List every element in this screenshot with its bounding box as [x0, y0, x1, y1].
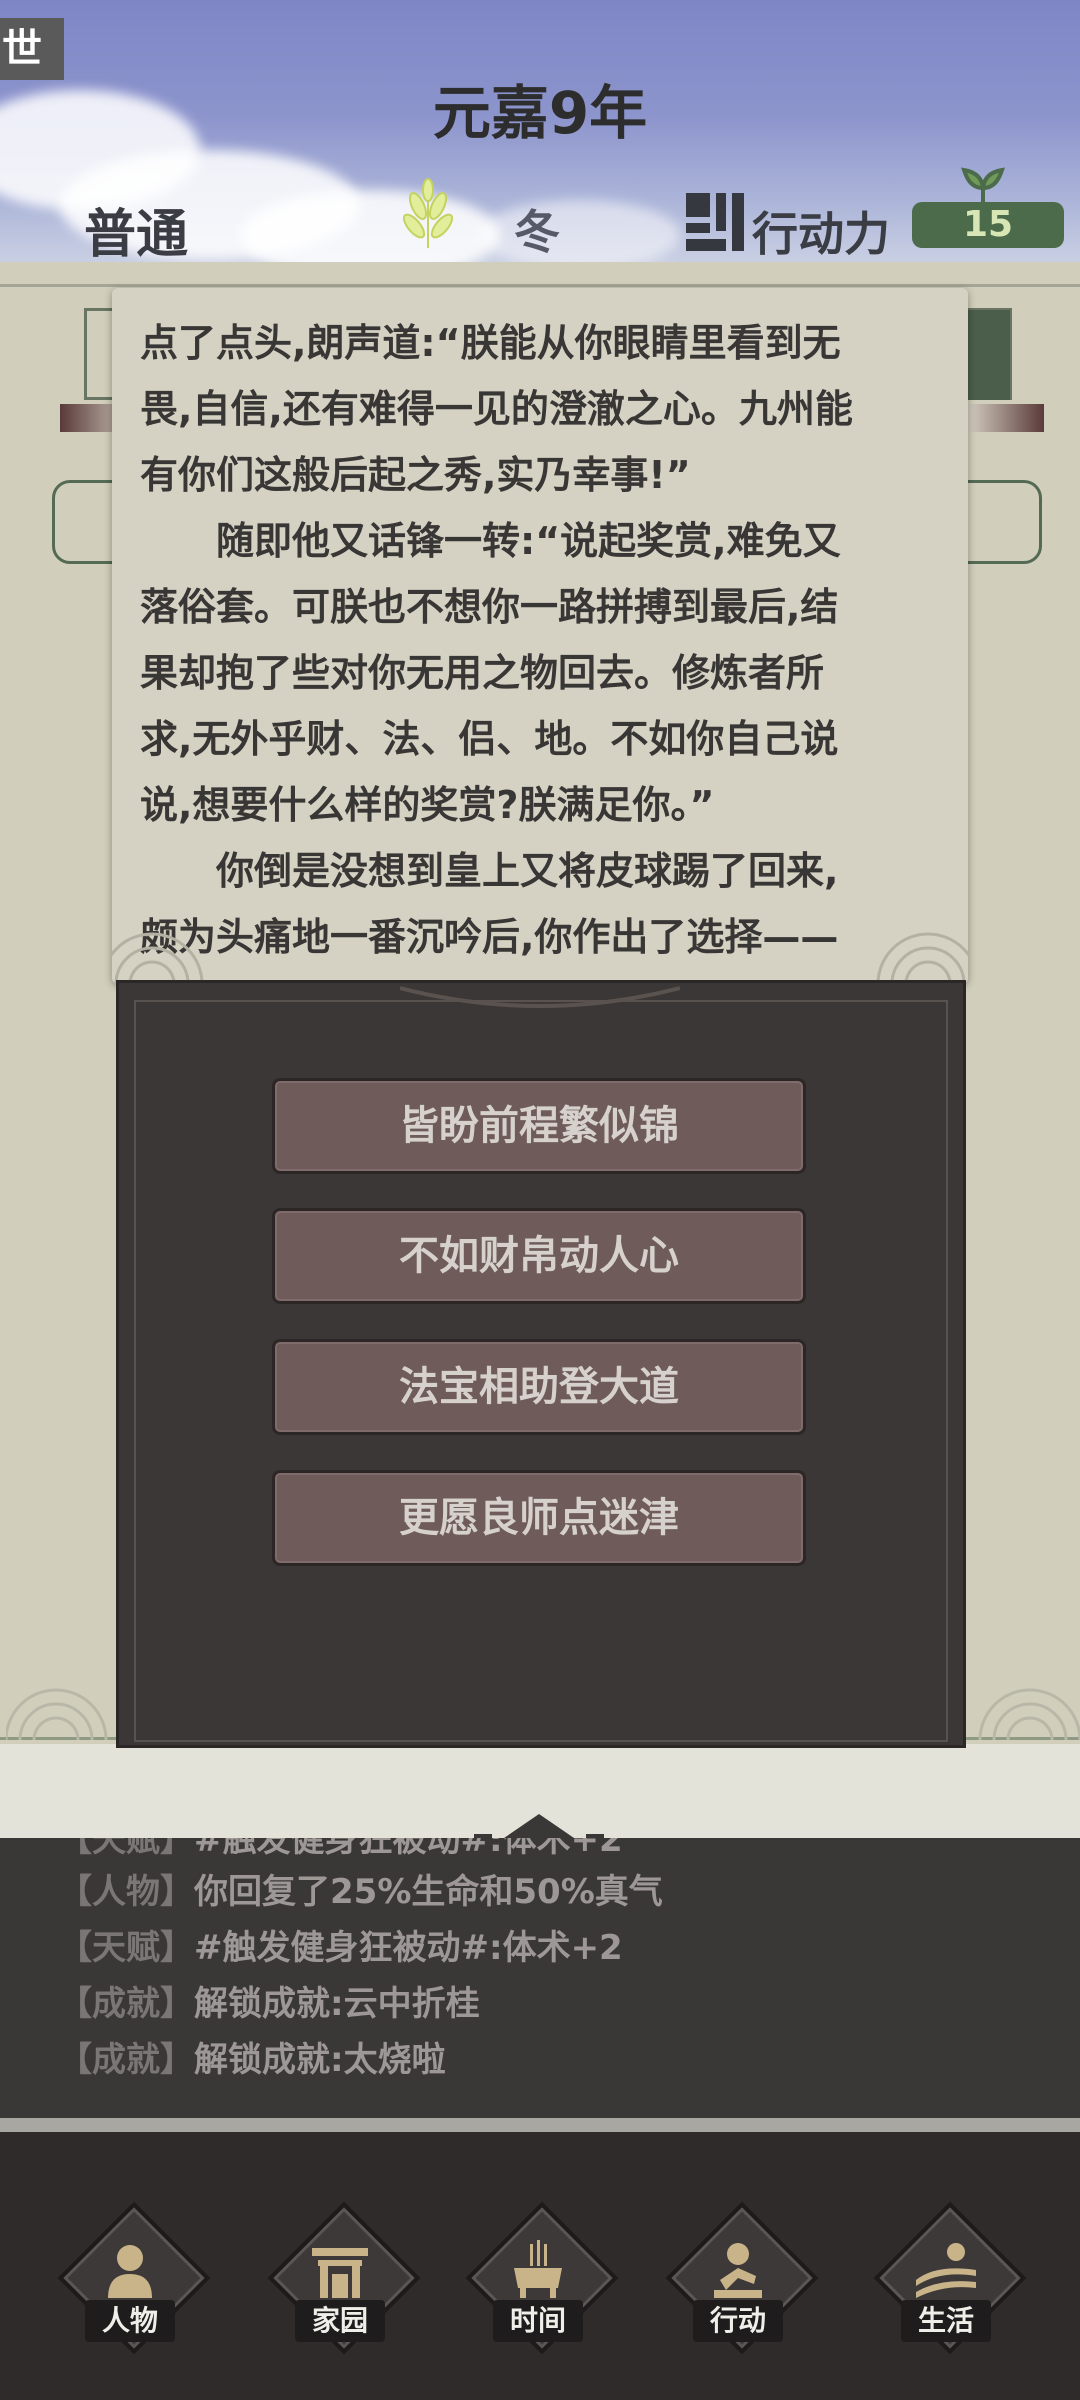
- choice-button-prospects[interactable]: 皆盼前程繁似锦: [272, 1078, 806, 1174]
- year-title: 元嘉9年: [432, 79, 648, 147]
- choice-button-mentor[interactable]: 更愿良师点迷津: [272, 1470, 806, 1566]
- log-tag: 【天赋】: [58, 1838, 194, 1860]
- panel-top-ornament-icon: [400, 986, 680, 1008]
- story-line: 随即他又话锋一转:“说起奖赏,难免又: [216, 519, 841, 563]
- log-text: #触发健身狂被动#:体术+2: [194, 1838, 623, 1860]
- nav-item-home[interactable]: 家园: [267, 2201, 421, 2358]
- nav-item-action[interactable]: 行动: [665, 2201, 819, 2358]
- choice-button-treasure[interactable]: 法宝相助登大道: [272, 1339, 806, 1435]
- log-entry: 【成就】解锁成就:云中折桂: [58, 1976, 480, 2032]
- nav-item-character[interactable]: 人物: [57, 2201, 211, 2358]
- event-log[interactable]: 【天赋】#触发健身狂被动#:体术+2 【人物】你回复了25%生命和50%真气 【…: [0, 1838, 1080, 2120]
- story-line: 落俗套。可朕也不想你一路拼搏到最后,结: [140, 585, 839, 629]
- story-line: 畏,自信,还有难得一见的澄澈之心。九州能: [140, 387, 853, 431]
- nav-item-life[interactable]: 生活: [873, 2201, 1027, 2358]
- cloud-ornament-icon: [6, 1688, 108, 1740]
- story-line: 你倒是没想到皇上又将皮球踢了回来,: [216, 849, 839, 893]
- nav-item-time[interactable]: 时间: [465, 2201, 619, 2358]
- difficulty-label: 普通: [84, 205, 189, 262]
- log-entry: 【人物】你回复了25%生命和50%真气: [58, 1864, 663, 1920]
- log-text: 你回复了25%生命和50%真气: [194, 1872, 663, 1912]
- story-line: 点了点头,朗声道:“朕能从你眼睛里看到无: [140, 321, 841, 365]
- action-points-badge: 15: [912, 202, 1064, 248]
- log-entry: 【成就】解锁成就:太烧啦: [58, 2032, 446, 2088]
- story-line: 果却抱了些对你无用之物回去。修炼者所: [140, 651, 825, 695]
- nav-label: 时间: [493, 2300, 583, 2342]
- log-text: #触发健身狂被动#:体术+2: [194, 1928, 623, 1968]
- plant-season-icon: [402, 178, 454, 248]
- nav-label: 人物: [85, 2300, 175, 2342]
- nav-label: 家园: [295, 2300, 385, 2342]
- log-tag: 【人物】: [58, 1872, 194, 1912]
- log-tag: 【成就】: [58, 1984, 194, 2024]
- story-text: 点了点头,朗声道:“朕能从你眼睛里看到无 畏,自信,还有难得一见的澄澈之心。九州…: [140, 310, 940, 970]
- story-line: 有你们这般后起之秀,实乃幸事!”: [140, 453, 691, 497]
- cloud-ornament-icon: [876, 932, 968, 984]
- log-tag: 【成就】: [58, 2040, 194, 2080]
- action-figure-icon: [714, 2243, 762, 2298]
- log-entry: 【天赋】#触发健身狂被动#:体术+2: [58, 1920, 623, 1976]
- season-label: 冬: [514, 205, 560, 259]
- home-gate-icon: [312, 2248, 368, 2298]
- log-text: 解锁成就:云中折桂: [194, 1984, 480, 2024]
- nav-label: 行动: [693, 2300, 783, 2342]
- top-header: 世 元嘉9年 普通 冬 行动力 15: [0, 0, 1080, 262]
- story-dialog-panel: 点了点头,朗声道:“朕能从你眼睛里看到无 畏,自信,还有难得一见的澄澈之心。九州…: [112, 288, 968, 984]
- log-divider: [0, 2118, 1080, 2132]
- person-icon: [108, 2245, 152, 2298]
- log-text: 解锁成就:太烧啦: [194, 2040, 446, 2080]
- nav-label: 生活: [901, 2300, 991, 2342]
- story-line: 颇为头痛地一番沉吟后,你作出了选择——: [140, 915, 839, 959]
- action-power-label: 行动力: [752, 207, 890, 261]
- expand-log-icon[interactable]: [464, 1800, 614, 1840]
- story-line: 说,想要什么样的奖赏?朕满足你。”: [140, 783, 715, 827]
- cloud-ornament-icon: [978, 1688, 1080, 1740]
- cloud-ornament-icon: [112, 932, 204, 984]
- action-power-icon: [686, 193, 744, 251]
- incense-burner-icon: [514, 2240, 562, 2298]
- landscape-icon: [916, 2243, 976, 2298]
- sprout-icon: [961, 167, 1005, 206]
- story-line: 求,无外乎财、法、侣、地。不如你自己说: [140, 717, 839, 761]
- log-tag: 【天赋】: [58, 1928, 194, 1968]
- choice-button-wealth[interactable]: 不如财帛动人心: [272, 1208, 806, 1304]
